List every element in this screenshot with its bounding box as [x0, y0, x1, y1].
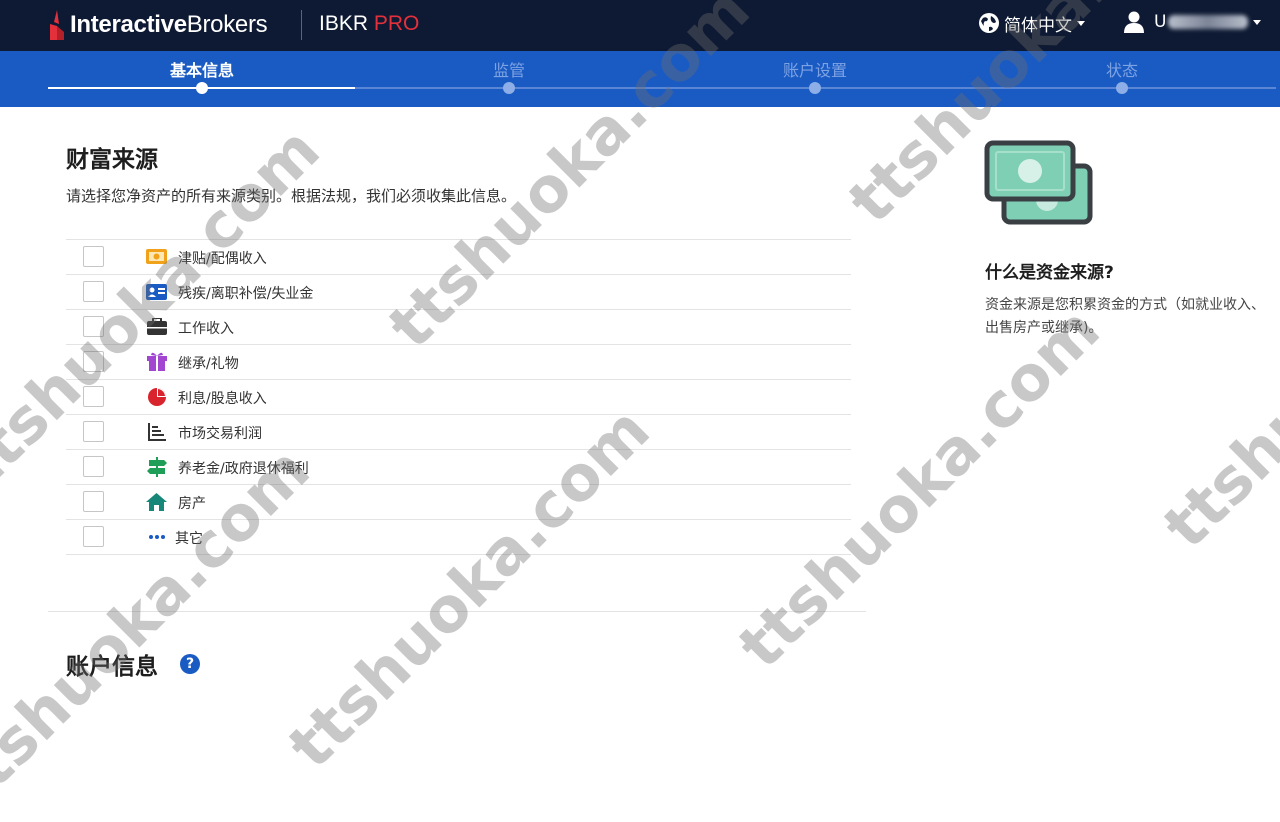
gift-icon: [146, 352, 167, 371]
option-label: 残疾/离职补偿/失业金: [178, 286, 314, 302]
step-regulatory[interactable]: 监管: [493, 57, 525, 81]
user-icon: [1124, 11, 1144, 33]
option-other[interactable]: 其它: [66, 520, 851, 555]
top-header: InteractiveBrokers IBKR PRO 简体中文 U: [0, 0, 1280, 51]
option-label: 继承/礼物: [178, 356, 239, 372]
section-title-wealth-source: 财富来源: [66, 147, 158, 173]
option-label: 房产: [178, 496, 206, 512]
logo-text: InteractiveBrokers: [70, 11, 268, 38]
money-bills-icon: [984, 140, 1093, 225]
language-label: 简体中文: [1004, 15, 1072, 36]
option-employment[interactable]: 工作收入: [66, 310, 851, 345]
checkbox[interactable]: [83, 456, 104, 477]
step-basic-info[interactable]: 基本信息: [170, 57, 234, 81]
section-divider: [48, 611, 866, 612]
id-card-icon: [146, 282, 167, 301]
option-interest-dividend[interactable]: 利息/股息收入: [66, 380, 851, 415]
user-id-prefix: U: [1154, 12, 1167, 32]
option-disability[interactable]: 残疾/离职补偿/失业金: [66, 275, 851, 310]
option-property[interactable]: 房产: [66, 485, 851, 520]
product-name: IBKR PRO: [319, 12, 420, 35]
option-pension[interactable]: 养老金/政府退休福利: [66, 450, 851, 485]
help-icon[interactable]: ?: [180, 654, 200, 674]
watermark: ttshuoka.com: [1149, 172, 1280, 563]
option-label: 津贴/配偶收入: [178, 251, 267, 267]
ellipsis-icon: [146, 527, 167, 546]
user-menu[interactable]: U: [1124, 8, 1262, 36]
checkbox[interactable]: [83, 316, 104, 337]
step-status[interactable]: 状态: [1106, 57, 1138, 81]
checkbox[interactable]: [83, 351, 104, 372]
option-label: 利息/股息收入: [178, 391, 267, 407]
briefcase-icon: [146, 317, 167, 336]
checkbox[interactable]: [83, 386, 104, 407]
section-description: 请选择您净资产的所有来源类别。根据法规，我们必须收集此信息。: [66, 187, 517, 205]
option-label: 市场交易利润: [178, 426, 262, 442]
option-label: 养老金/政府退休福利: [178, 461, 309, 477]
chevron-down-icon: [1077, 20, 1085, 26]
allowance-cash-icon: [146, 247, 167, 266]
chevron-down-icon: [1253, 19, 1262, 25]
language-selector[interactable]: 简体中文: [978, 10, 1085, 36]
checkbox[interactable]: [83, 491, 104, 512]
progress-steps: 基本信息 监管 账户设置 状态: [0, 51, 1280, 107]
checkbox[interactable]: [83, 526, 104, 547]
sidebar-description: 资金来源是您积累资金的方式（如就业收入、出售房产或继承)。: [985, 297, 1265, 336]
pie-chart-icon: [146, 387, 167, 406]
step-account-settings[interactable]: 账户设置: [783, 57, 847, 81]
signpost-icon: [146, 456, 167, 477]
step-dot-basic-info: [196, 82, 208, 94]
user-id-masked: [1168, 15, 1249, 29]
checkbox[interactable]: [83, 421, 104, 442]
globe-icon: [979, 13, 999, 33]
checkbox[interactable]: [83, 281, 104, 302]
option-inheritance[interactable]: 继承/礼物: [66, 345, 851, 380]
step-dot-status: [1116, 82, 1128, 94]
wealth-source-options: 津贴/配偶收入 残疾/离职补偿/失业金 工作收入 继承/礼物 利息/股息收入 市: [66, 239, 851, 555]
interactive-brokers-logo[interactable]: InteractiveBrokers: [48, 8, 268, 42]
step-dot-regulatory: [503, 82, 515, 94]
option-allowance[interactable]: 津贴/配偶收入: [66, 240, 851, 275]
bar-chart-icon: [146, 422, 167, 441]
house-icon: [146, 492, 167, 511]
section-title-account-info: 账户信息: [66, 654, 158, 680]
option-market-trading[interactable]: 市场交易利润: [66, 415, 851, 450]
checkbox[interactable]: [83, 246, 104, 267]
sidebar-title: 什么是资金来源?: [985, 263, 1114, 283]
option-label: 工作收入: [178, 321, 234, 337]
ib-logo-mark-icon: [50, 10, 64, 40]
option-label: 其它: [175, 531, 203, 547]
logo-divider: [301, 10, 302, 40]
step-dot-account-settings: [809, 82, 821, 94]
